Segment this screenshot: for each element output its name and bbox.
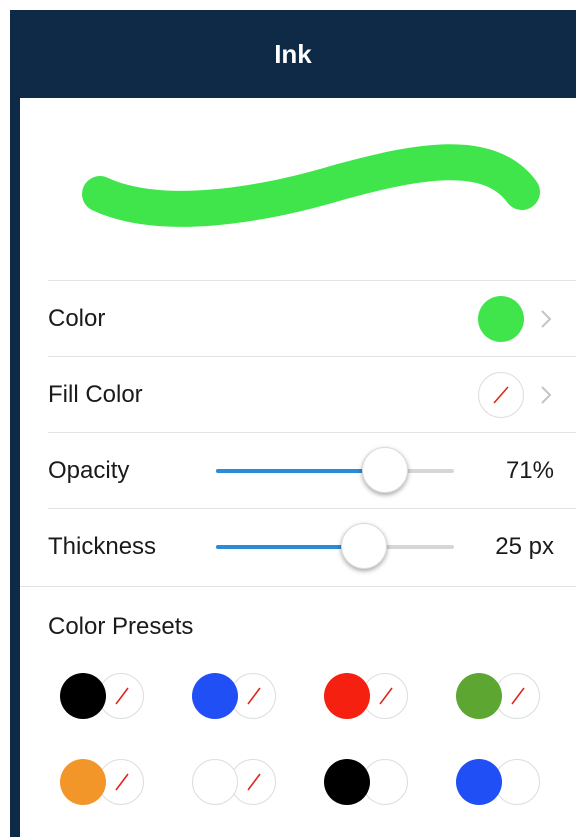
opacity-value: 71%: [505, 457, 554, 484]
color-preset[interactable]: [60, 673, 148, 719]
color-preset[interactable]: [60, 759, 148, 805]
stroke-preview: [82, 144, 540, 227]
preset-stroke-swatch: [456, 759, 502, 805]
color-preset[interactable]: [456, 673, 544, 719]
thickness-slider[interactable]: [216, 509, 454, 585]
opacity-slider-thumb[interactable]: [361, 447, 408, 493]
color-preset[interactable]: [192, 673, 280, 719]
thickness-label: Thickness: [48, 533, 157, 560]
color-row[interactable]: Color: [48, 280, 576, 357]
no-fill-slash-icon: [493, 386, 509, 404]
preset-stroke-swatch: [192, 673, 238, 719]
preset-stroke-swatch: [324, 673, 370, 719]
preset-stroke-swatch: [60, 759, 106, 805]
header-title: Ink: [274, 38, 312, 69]
fill-color-row[interactable]: Fill Color: [48, 356, 576, 433]
color-preset[interactable]: [192, 759, 280, 805]
color-label: Color: [48, 305, 106, 332]
opacity-row: Opacity 71%: [48, 432, 576, 509]
preset-stroke-swatch: [192, 759, 238, 805]
color-preset[interactable]: [456, 759, 544, 805]
color-preset[interactable]: [324, 759, 412, 805]
thickness-row: Thickness 25 px: [48, 508, 576, 585]
opacity-slider[interactable]: [216, 433, 454, 509]
thickness-value: 25 px: [495, 533, 554, 560]
color-swatch[interactable]: [478, 296, 524, 342]
chevron-right-icon: [541, 386, 552, 404]
thickness-slider-thumb[interactable]: [340, 523, 387, 569]
chevron-right-icon: [541, 310, 552, 328]
fill-color-swatch[interactable]: [478, 372, 524, 418]
color-presets-section: Color Presets: [20, 586, 576, 837]
fill-color-label: Fill Color: [48, 381, 143, 408]
color-presets-title: Color Presets: [48, 613, 194, 640]
ink-settings-panel: Color Fill Color Opacity 71% Thickness 2…: [20, 98, 576, 837]
ink-popover: Ink Color Fill Color Opacity 71% Thickne…: [10, 10, 576, 837]
color-preset[interactable]: [324, 673, 412, 719]
opacity-label: Opacity: [48, 457, 130, 484]
preset-stroke-swatch: [60, 673, 106, 719]
popover-header: Ink: [10, 10, 576, 98]
preset-stroke-swatch: [324, 759, 370, 805]
opacity-slider-fill: [216, 469, 385, 473]
preset-stroke-swatch: [456, 673, 502, 719]
stroke-preview-line: [82, 144, 540, 227]
